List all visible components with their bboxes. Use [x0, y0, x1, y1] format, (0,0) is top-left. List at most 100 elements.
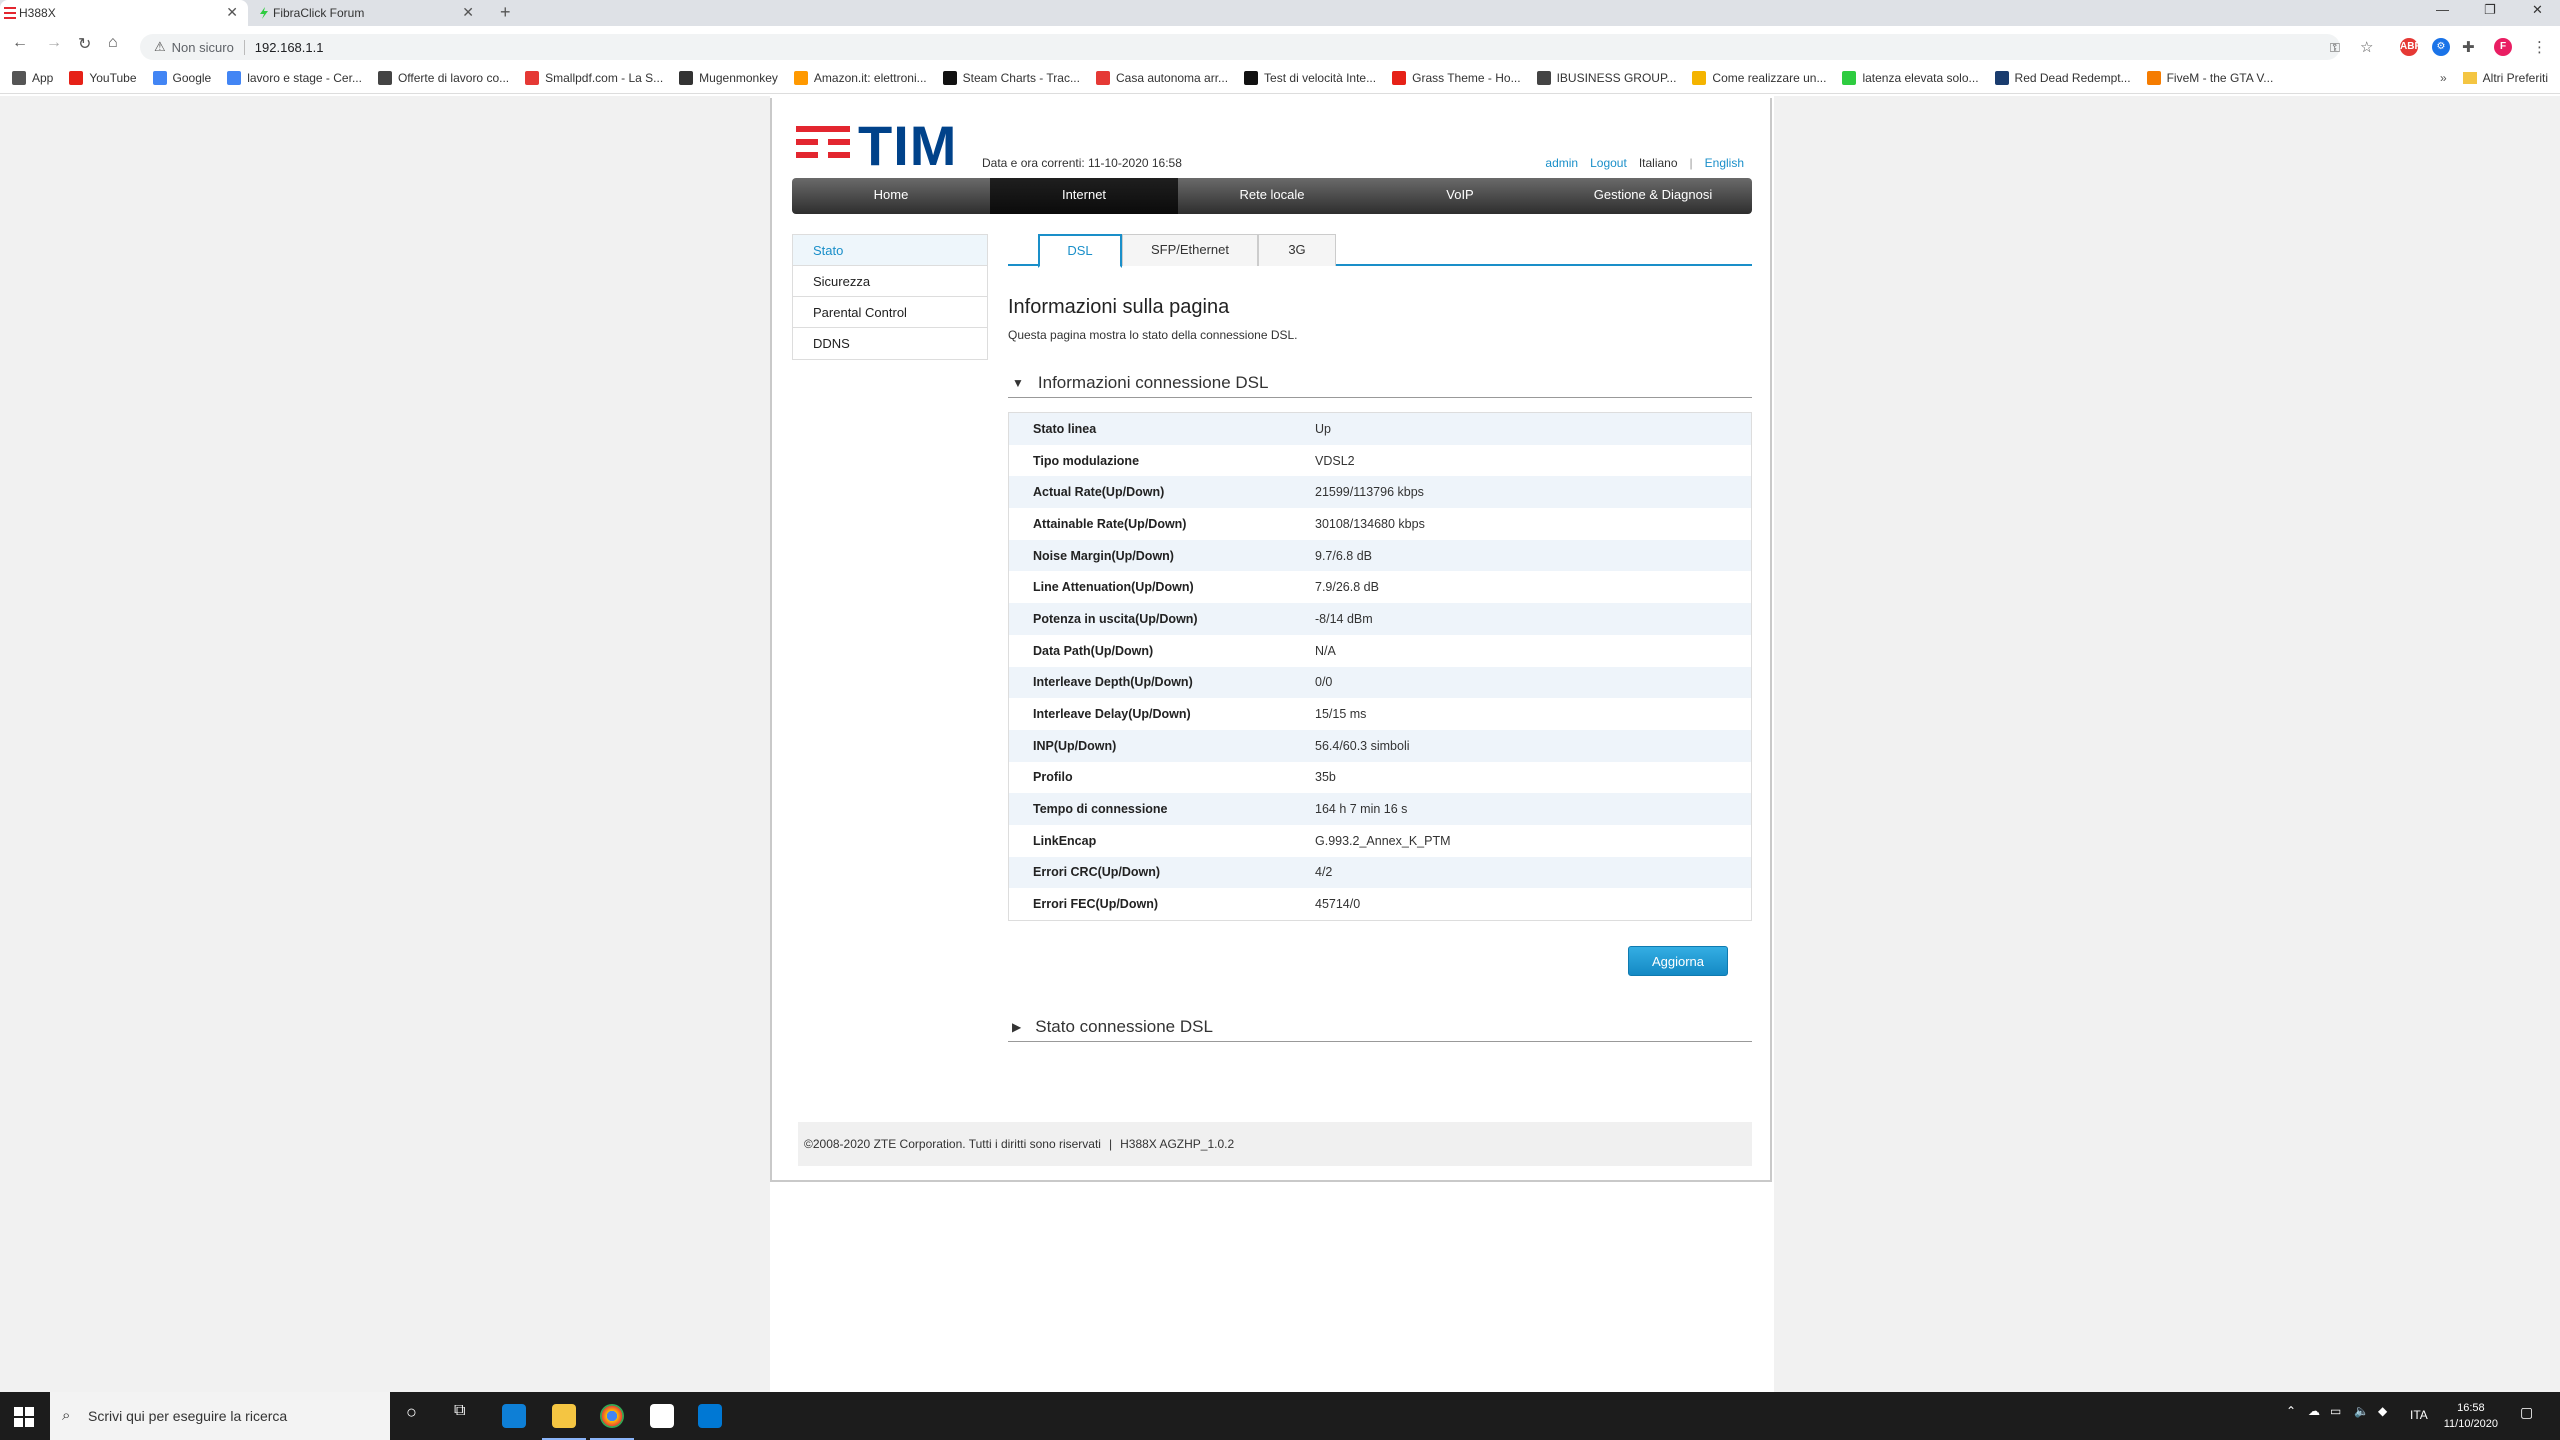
lang-italiano: Italiano: [1638, 156, 1678, 170]
cortana-icon[interactable]: ○: [406, 1402, 417, 1423]
nav-home[interactable]: Home: [792, 178, 990, 214]
bookmark-item[interactable]: Smallpdf.com - La S...: [525, 70, 663, 85]
row-label: Line Attenuation(Up/Down): [1033, 580, 1194, 595]
home-icon[interactable]: ⌂: [108, 34, 118, 52]
edge-icon[interactable]: [502, 1404, 526, 1428]
close-tab-icon[interactable]: ✕: [226, 4, 238, 21]
back-icon[interactable]: ←: [12, 34, 28, 52]
table-row: LinkEncap G.993.2_Annex_K_PTM: [1009, 825, 1751, 857]
row-value: 9.7/6.8 dB: [1315, 548, 1372, 563]
nav-rete-locale[interactable]: Rete locale: [1178, 178, 1366, 214]
bookmark-item[interactable]: YouTube: [69, 70, 137, 85]
section-state-header[interactable]: ▶ Stato connessione DSL: [1008, 1012, 1752, 1042]
table-row: Errori FEC(Up/Down) 45714/0: [1009, 888, 1751, 920]
page-scrollbar[interactable]: [2546, 96, 2560, 1392]
expand-triangle-icon: ▶: [1012, 1019, 1022, 1034]
bookmark-item[interactable]: Google: [152, 70, 211, 85]
bookmark-favicon-icon: [1244, 70, 1259, 85]
minimize-icon[interactable]: —: [2436, 2, 2449, 17]
file-explorer-icon[interactable]: [542, 1404, 586, 1440]
nav-voip[interactable]: VoIP: [1366, 178, 1554, 214]
address-bar[interactable]: ⚠ Non sicuro 192.168.1.1: [140, 34, 2340, 60]
sidemenu-item-parental-control[interactable]: Parental Control: [793, 297, 987, 328]
table-row: Interleave Delay(Up/Down) 15/15 ms: [1009, 698, 1751, 730]
star-icon[interactable]: ☆: [2360, 38, 2373, 56]
notifications-icon[interactable]: ▢: [2520, 1404, 2533, 1421]
row-value: 56.4/60.3 simboli: [1315, 738, 1410, 753]
bookmark-item[interactable]: Come realizzare un...: [1692, 70, 1826, 85]
side-menu: Stato Sicurezza Parental Control DDNS: [792, 234, 988, 360]
taskbar-clock[interactable]: 16:58 11/10/2020: [2444, 1400, 2498, 1432]
bookmark-item[interactable]: App: [12, 70, 53, 85]
nav-internet[interactable]: Internet: [990, 178, 1178, 214]
row-value: G.993.2_Annex_K_PTM: [1315, 833, 1451, 848]
key-icon[interactable]: ⚿: [2330, 40, 2340, 56]
language-indicator[interactable]: ITA: [2410, 1408, 2428, 1422]
tray-chevron-icon[interactable]: ⌃: [2286, 1404, 2296, 1418]
table-row: Interleave Depth(Up/Down) 0/0: [1009, 666, 1751, 699]
bookmark-item[interactable]: Test di velocità Inte...: [1244, 70, 1376, 85]
search-placeholder: Scrivi qui per eseguire la ricerca: [88, 1408, 288, 1424]
warning-icon: ⚠: [154, 39, 166, 54]
bookmark-item[interactable]: Red Dead Redempt...: [1994, 70, 2131, 85]
store-icon[interactable]: [650, 1404, 674, 1428]
lang-english-link[interactable]: English: [1705, 156, 1744, 170]
table-row: Profilo 35b: [1009, 762, 1751, 794]
volume-icon[interactable]: 🔈: [2354, 1404, 2369, 1418]
tab-sfp-ethernet[interactable]: SFP/Ethernet: [1122, 234, 1258, 266]
restore-icon[interactable]: ❐: [2484, 2, 2496, 18]
chrome-icon[interactable]: [590, 1404, 634, 1440]
task-view-icon[interactable]: ⧉: [454, 1402, 465, 1420]
browser-tab-fibraclick[interactable]: FibraClick Forum ✕: [254, 0, 484, 26]
bookmark-item[interactable]: Steam Charts - Trac...: [942, 70, 1080, 85]
admin-link[interactable]: admin: [1545, 156, 1578, 170]
puzzle-icon[interactable]: ✚: [2462, 38, 2475, 56]
mail-icon[interactable]: [698, 1404, 722, 1428]
bookmark-item[interactable]: Amazon.it: elettroni...: [793, 70, 927, 85]
row-value: 4/2: [1315, 865, 1333, 880]
row-value: 7.9/26.8 dB: [1315, 580, 1379, 595]
bookmark-item[interactable]: Offerte di lavoro co...: [377, 70, 509, 85]
tab-dsl[interactable]: DSL: [1038, 234, 1122, 268]
bookmark-item[interactable]: lavoro e stage - Cer...: [227, 70, 362, 85]
refresh-button[interactable]: Aggiorna: [1628, 946, 1728, 976]
taskbar-search[interactable]: ⌕ Scrivi qui per eseguire la ricerca: [50, 1392, 390, 1440]
sidemenu-item-ddns[interactable]: DDNS: [793, 328, 987, 359]
adblock-icon[interactable]: ABP: [2400, 38, 2421, 56]
row-value: 15/15 ms: [1315, 707, 1367, 722]
bookmark-item[interactable]: Casa autonoma arr...: [1095, 70, 1228, 85]
sidemenu-item-sicurezza[interactable]: Sicurezza: [793, 266, 987, 297]
browser-tab-h388x[interactable]: H388X ✕: [0, 0, 248, 26]
bookmark-item[interactable]: Mugenmonkey: [679, 70, 778, 85]
network-icon[interactable]: ▭: [2330, 1404, 2341, 1418]
nav-gestione-diagnosi[interactable]: Gestione & Diagnosi: [1554, 178, 1752, 214]
logout-link[interactable]: Logout: [1590, 156, 1627, 170]
tab-3g[interactable]: 3G: [1258, 234, 1336, 266]
windows-taskbar: ⌕ Scrivi qui per eseguire la ricerca ○ ⧉…: [0, 1392, 2560, 1440]
section-info-header[interactable]: ▼ Informazioni connessione DSL: [1008, 368, 1752, 398]
bookmark-favicon-icon: [1994, 70, 2009, 85]
new-tab-button[interactable]: +: [500, 2, 511, 23]
bookmark-favicon-icon: [1842, 70, 1857, 85]
profile-avatar[interactable]: F: [2494, 38, 2512, 56]
bookmark-item[interactable]: latenza elevata solo...: [1842, 70, 1979, 85]
close-tab-icon[interactable]: ✕: [462, 4, 474, 21]
extension-icon[interactable]: ⚙: [2432, 38, 2450, 56]
menu-kebab-icon[interactable]: ⋮: [2532, 38, 2547, 56]
more-bookmarks-icon[interactable]: »: [2440, 71, 2447, 85]
bookmark-label: FiveM - the GTA V...: [2166, 70, 2274, 85]
dropbox-icon[interactable]: ◆: [2378, 1404, 2387, 1418]
bookmark-item[interactable]: FiveM - the GTA V...: [2146, 70, 2274, 85]
close-window-icon[interactable]: ✕: [2532, 2, 2543, 18]
table-row: Tempo di connessione 164 h 7 min 16 s: [1009, 793, 1751, 825]
windows-start-icon[interactable]: [14, 1407, 34, 1427]
bookmark-item[interactable]: Grass Theme - Ho...: [1392, 70, 1521, 85]
sidemenu-item-stato[interactable]: Stato: [793, 235, 987, 266]
bookmark-favicon-icon: [1536, 70, 1551, 85]
security-label[interactable]: Non sicuro: [172, 39, 245, 55]
other-bookmarks[interactable]: » Altri Preferiti: [2440, 71, 2548, 85]
onedrive-icon[interactable]: ☁: [2308, 1404, 2320, 1418]
reload-icon[interactable]: ↻: [78, 34, 91, 54]
bookmark-item[interactable]: IBUSINESS GROUP...: [1536, 70, 1676, 85]
forward-icon[interactable]: →: [46, 34, 62, 52]
